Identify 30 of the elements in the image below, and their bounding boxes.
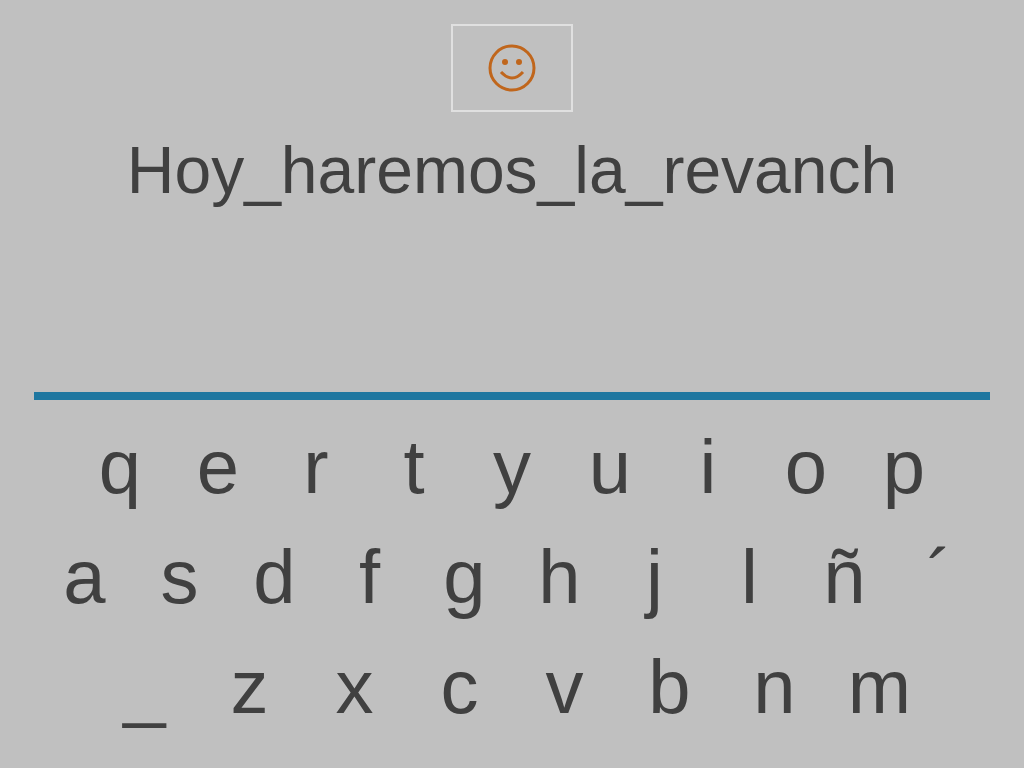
- letter-key[interactable]: m: [827, 637, 932, 737]
- letter-key[interactable]: v: [512, 637, 617, 737]
- guessed-phrase: Hoy_haremos_la_revanch: [126, 132, 898, 209]
- letter-key[interactable]: d: [227, 527, 322, 627]
- letter-key[interactable]: y: [463, 417, 561, 517]
- smiley-icon: [487, 43, 537, 93]
- letter-key[interactable]: g: [417, 527, 512, 627]
- letter-key[interactable]: n: [722, 637, 827, 737]
- letter-key[interactable]: h: [512, 527, 607, 627]
- letter-key[interactable]: o: [757, 417, 855, 517]
- letter-key[interactable]: u: [561, 417, 659, 517]
- letter-key[interactable]: f: [322, 527, 417, 627]
- letter-key[interactable]: a: [37, 527, 132, 627]
- letter-key[interactable]: b: [617, 637, 722, 737]
- letter-key[interactable]: p: [855, 417, 953, 517]
- smiley-button[interactable]: [451, 24, 573, 112]
- letter-key[interactable]: j: [607, 527, 702, 627]
- letter-key[interactable]: c: [407, 637, 512, 737]
- letter-key[interactable]: i: [659, 417, 757, 517]
- letter-key[interactable]: _: [92, 637, 197, 737]
- letter-key[interactable]: s: [132, 527, 227, 627]
- letter-key[interactable]: x: [302, 637, 407, 737]
- letter-key[interactable]: ´: [892, 527, 987, 627]
- letter-key[interactable]: z: [197, 637, 302, 737]
- letter-key[interactable]: e: [169, 417, 267, 517]
- letter-key[interactable]: t: [365, 417, 463, 517]
- letter-key[interactable]: l: [702, 527, 797, 627]
- letter-key[interactable]: r: [267, 417, 365, 517]
- letter-key[interactable]: ñ: [797, 527, 892, 627]
- letter-key[interactable]: q: [71, 417, 169, 517]
